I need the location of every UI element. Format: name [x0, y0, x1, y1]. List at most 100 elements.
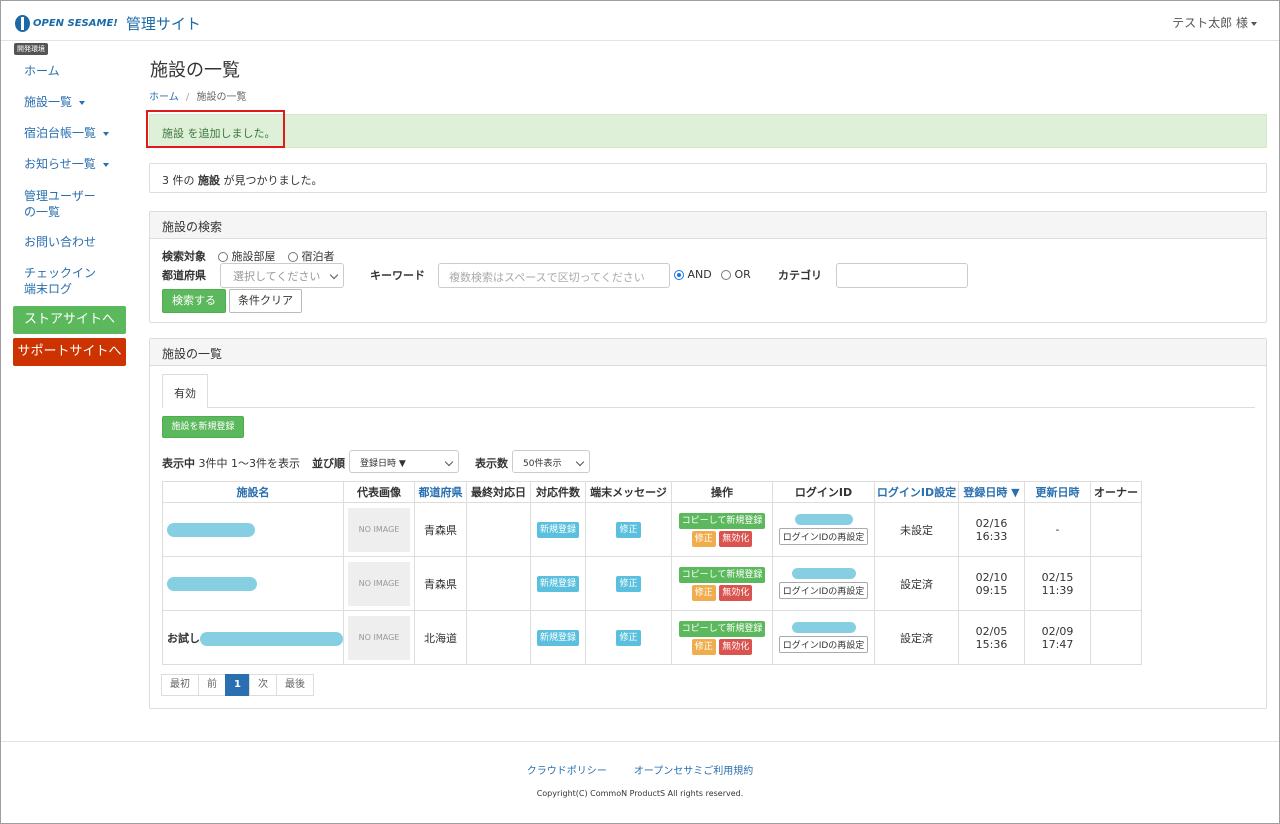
caret-down-icon — [1251, 21, 1257, 26]
redacted-login-id — [794, 514, 853, 525]
page-size-label: 表示数 — [475, 457, 508, 470]
sidebar-item-contact[interactable]: お問い合わせ — [12, 234, 108, 250]
column-header-last-date: 最終対応日 — [466, 481, 531, 503]
new-record-button[interactable]: 新規登録 — [536, 521, 579, 538]
page-next[interactable]: 次 — [248, 674, 277, 696]
radio-facility-room[interactable]: 施設部屋 — [218, 248, 276, 264]
cell-count: 新規登録 — [530, 556, 586, 611]
cell-prefecture: 北海道 — [414, 610, 467, 665]
new-record-button[interactable]: 新規登録 — [536, 629, 579, 646]
edit-button[interactable]: 修正 — [691, 530, 716, 547]
sidebar-item-notices[interactable]: お知らせ一覧 — [12, 156, 121, 172]
edit-message-button[interactable]: 修正 — [616, 575, 641, 592]
support-site-button[interactable]: サポートサイトへ — [13, 338, 126, 366]
open-sesame-logo-icon — [15, 15, 30, 32]
keyword-input[interactable]: 複数検索はスペースで区切ってください — [438, 263, 670, 288]
table-row: お試し NO IMAGE 北海道 新規登録 修正 コピーして新規登録 修正 無効化 ログインI… — [162, 610, 1142, 665]
user-name: テスト太郎 様 — [1172, 16, 1248, 30]
sidebar-item-admin-users[interactable]: 管理ユーザーの一覧 — [12, 188, 116, 220]
footer-link-terms[interactable]: オープンセサミご利用規約 — [634, 766, 753, 777]
radio-label: AND — [687, 268, 712, 281]
sidebar-item-facilities[interactable]: 施設一覧 — [12, 94, 97, 110]
edit-message-button[interactable]: 修正 — [616, 629, 641, 646]
sidebar-item-label: 宿泊台帳一覧 — [24, 126, 97, 140]
sidebar-item-checkin-log[interactable]: チェックイン端末ログ — [12, 265, 116, 297]
column-header-prefecture[interactable]: 都道府県 — [414, 481, 467, 503]
reset-login-id-button[interactable]: ログインIDの再設定 — [778, 528, 869, 545]
disable-button[interactable]: 無効化 — [719, 530, 753, 547]
sidebar-item-lodging-ledger[interactable]: 宿泊台帳一覧 — [12, 125, 121, 141]
reset-login-id-button[interactable]: ログインIDの再設定 — [778, 636, 869, 653]
cell-image: NO IMAGE — [343, 502, 415, 557]
store-site-button[interactable]: ストアサイトへ — [13, 306, 126, 334]
cell-facility-name[interactable] — [162, 502, 344, 557]
edit-button[interactable]: 修正 — [691, 584, 716, 601]
page-size-select[interactable]: 50件表示 — [512, 450, 590, 473]
new-facility-button[interactable]: 施設を新規登録 — [162, 416, 244, 438]
sidebar-item-label: 施設一覧 — [24, 95, 73, 109]
cell-facility-name[interactable] — [162, 556, 344, 611]
breadcrumb-current: 施設の一覧 — [196, 92, 247, 103]
top-navbar: OPEN SESAME! 管理サイト テスト太郎 様 — [1, 1, 1279, 41]
footer-link-cloud-policy[interactable]: クラウドポリシー — [527, 766, 607, 777]
page-last[interactable]: 最後 — [275, 674, 314, 696]
page-prev[interactable]: 前 — [198, 674, 226, 696]
sort-label: 並び順 — [312, 457, 345, 470]
category-input[interactable] — [836, 263, 968, 288]
sidebar-item-home[interactable]: ホーム — [12, 63, 72, 79]
search-button[interactable]: 検索する — [162, 289, 226, 313]
page-first[interactable]: 最初 — [161, 674, 199, 696]
clear-button[interactable]: 条件クリア — [229, 289, 302, 313]
radio-and[interactable]: AND — [674, 268, 712, 281]
copy-new-button[interactable]: コピーして新規登録 — [678, 512, 766, 529]
column-header-operations: 操作 — [671, 481, 773, 503]
result-count-panel: 3 件の 施設 が見つかりました。 — [149, 163, 1267, 193]
no-image-placeholder: NO IMAGE — [348, 615, 410, 660]
cell-registered: 02/05 15:36 — [958, 610, 1025, 665]
table-row: NO IMAGE 青森県 新規登録 修正 コピーして新規登録 修正 無効化 ログインIDの再… — [162, 502, 1142, 557]
edit-message-button[interactable]: 修正 — [616, 521, 641, 538]
page-current[interactable]: 1 — [225, 674, 250, 696]
logo-text: OPEN SESAME! — [33, 18, 118, 29]
copy-new-button[interactable]: コピーして新規登録 — [678, 566, 766, 583]
cell-count: 新規登録 — [530, 502, 586, 557]
radio-label: 施設部屋 — [231, 250, 276, 263]
display-range: 3件中 1〜3件を表示 — [198, 457, 301, 470]
cell-last-date — [466, 502, 531, 557]
new-record-button[interactable]: 新規登録 — [536, 575, 579, 592]
cell-operations: コピーして新規登録 修正 無効化 — [671, 502, 773, 557]
radio-or[interactable]: OR — [721, 268, 751, 281]
caret-down-icon — [78, 100, 85, 105]
tab-active[interactable]: 有効 — [162, 374, 208, 408]
radio-guest[interactable]: 宿泊者 — [288, 248, 335, 264]
footer: クラウドポリシー オープンセサミご利用規約 Copyright(C) Commo… — [1, 741, 1279, 823]
disable-button[interactable]: 無効化 — [719, 638, 753, 655]
column-header-facility-name[interactable]: 施設名 — [162, 481, 344, 503]
copy-new-button[interactable]: コピーして新規登録 — [678, 620, 766, 637]
chevron-down-icon — [575, 457, 585, 467]
column-header-updated[interactable]: 更新日時 — [1024, 481, 1091, 503]
disable-button[interactable]: 無効化 — [719, 584, 753, 601]
prefecture-select[interactable]: 選択してください — [220, 263, 344, 288]
site-title: 管理サイト — [125, 15, 201, 33]
cell-registered: 02/10 09:15 — [958, 556, 1025, 611]
redacted-facility-name — [167, 576, 257, 591]
cell-facility-name[interactable]: お試し — [162, 610, 344, 665]
column-header-registered[interactable]: 登録日時 ▼ — [958, 481, 1025, 503]
breadcrumb-home[interactable]: ホーム — [149, 92, 179, 103]
success-alert: 施設 を追加しました。 — [146, 110, 1267, 148]
page-size-value: 50件表示 — [523, 459, 562, 469]
cell-image: NO IMAGE — [343, 610, 415, 665]
column-header-owner: オーナー — [1090, 481, 1142, 503]
keyword-placeholder: 複数検索はスペースで区切ってください — [449, 271, 645, 284]
redacted-login-id — [791, 622, 856, 633]
cell-updated: - — [1024, 502, 1091, 557]
edit-button[interactable]: 修正 — [691, 638, 716, 655]
user-menu[interactable]: テスト太郎 様 — [1172, 14, 1257, 31]
logo[interactable]: OPEN SESAME! 管理サイト — [15, 13, 201, 34]
breadcrumb-separator: / — [185, 92, 190, 103]
column-header-login-setting[interactable]: ログインID設定 — [874, 481, 959, 503]
reset-login-id-button[interactable]: ログインIDの再設定 — [778, 582, 869, 599]
sort-select[interactable]: 登録日時 ▼ — [349, 450, 459, 473]
cell-owner — [1090, 610, 1142, 665]
